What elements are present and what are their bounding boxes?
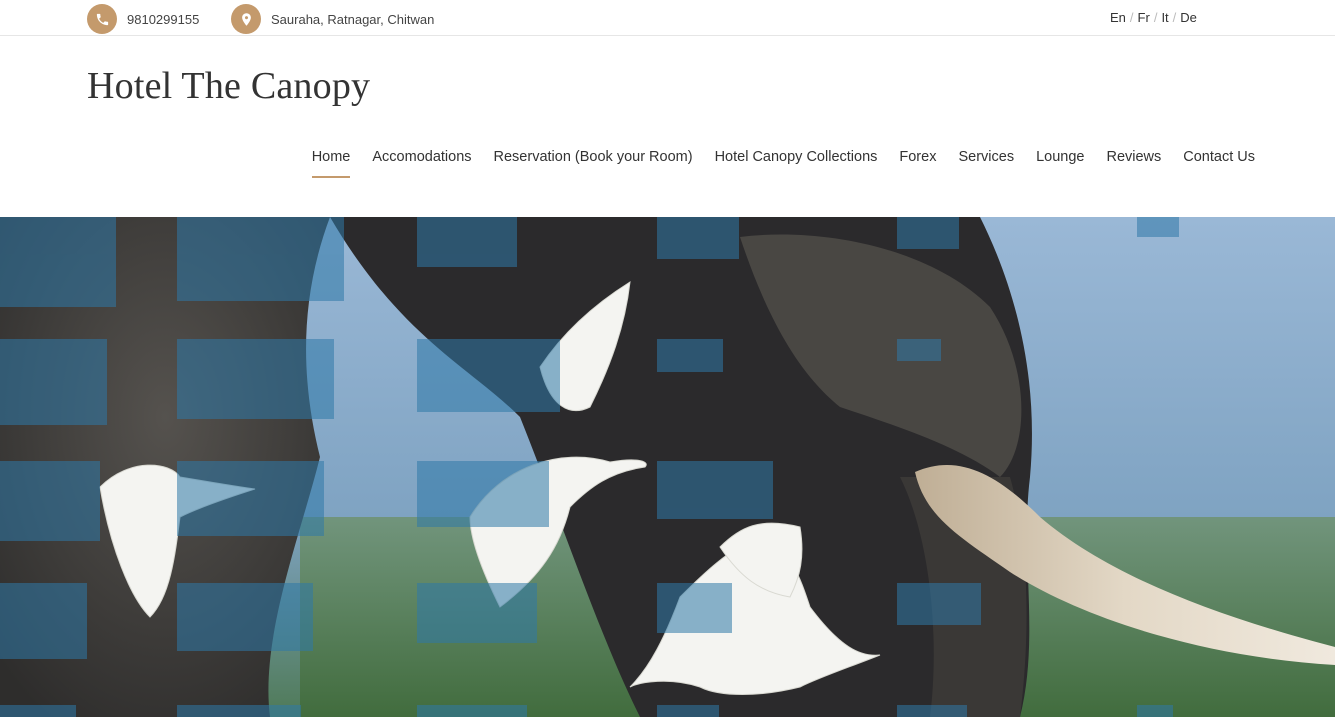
map-pin-icon [231, 4, 261, 34]
lang-de[interactable]: De [1180, 10, 1197, 25]
nav-item-reservation[interactable]: Reservation (Book your Room) [494, 146, 693, 176]
nav-item-home[interactable]: Home [311, 146, 351, 178]
phone-icon [87, 4, 117, 34]
address-contact: Sauraha, Ratnagar, Chitwan [231, 4, 434, 34]
language-switcher: En / Fr / It / De [1110, 10, 1197, 25]
nav-item-collections[interactable]: Hotel Canopy Collections [715, 146, 878, 176]
lang-separator: / [1153, 10, 1158, 25]
lang-en[interactable]: En [1110, 10, 1126, 25]
address-text: Sauraha, Ratnagar, Chitwan [271, 11, 435, 27]
lang-it[interactable]: It [1161, 10, 1168, 25]
phone-number: 9810299155 [127, 11, 200, 27]
nav-item-forex[interactable]: Forex [899, 146, 936, 176]
nav-item-contact-us[interactable]: Contact Us [1183, 146, 1255, 176]
nav-item-reviews[interactable]: Reviews [1106, 146, 1161, 176]
nav-item-accomodations[interactable]: Accomodations [372, 146, 471, 176]
lang-separator: / [1129, 10, 1134, 25]
site-title[interactable]: Hotel The Canopy [87, 64, 370, 110]
nav-item-lounge[interactable]: Lounge [1036, 146, 1084, 176]
lang-separator: / [1172, 10, 1177, 25]
hero-slider[interactable] [0, 217, 1335, 717]
hero-image [0, 217, 1335, 717]
main-nav: Home Accomodations Reservation (Book you… [311, 146, 1255, 178]
lang-fr[interactable]: Fr [1138, 10, 1150, 25]
top-bar: 9810299155 Sauraha, Ratnagar, Chitwan En… [0, 0, 1335, 36]
nav-item-services[interactable]: Services [958, 146, 1014, 176]
phone-contact[interactable]: 9810299155 [87, 4, 199, 34]
